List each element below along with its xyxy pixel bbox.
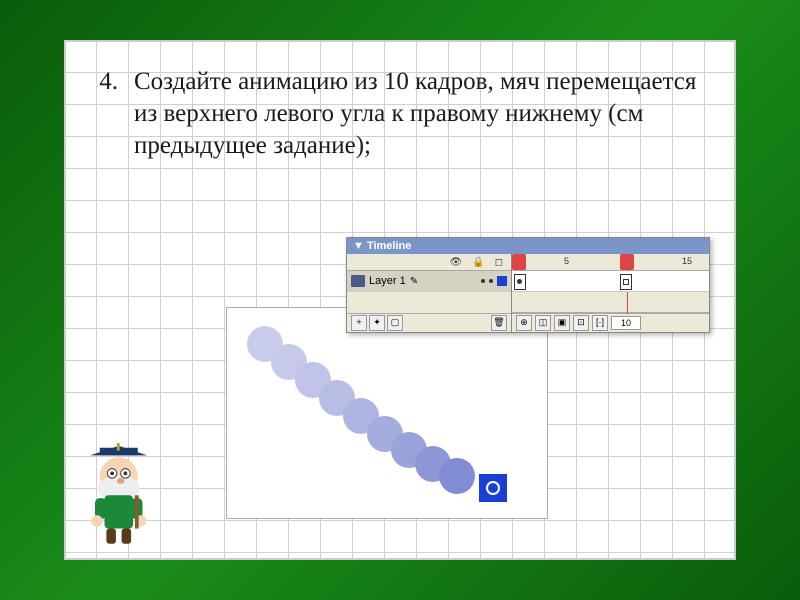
- layers-column: 👁 🔒 ◻ Layer 1 ✎: [347, 254, 512, 332]
- lock-dot[interactable]: [489, 279, 493, 283]
- onion-skin-button[interactable]: ◫: [535, 315, 551, 331]
- ruler-5: 5: [564, 256, 569, 266]
- task-number: 4.: [94, 66, 118, 162]
- lock-icon[interactable]: 🔒: [472, 257, 484, 268]
- animation-preview: [226, 307, 548, 519]
- target-center-icon: [486, 481, 500, 495]
- frames-bottom-bar: ⊕ ◫ ▣ ⊡ [·] 10: [512, 313, 709, 332]
- layer-row[interactable]: Layer 1 ✎: [347, 271, 511, 292]
- add-folder-button[interactable]: ▢: [387, 315, 403, 331]
- layer-icon: [351, 275, 365, 287]
- modify-markers-button[interactable]: [·]: [592, 315, 608, 331]
- current-frame-field[interactable]: 10: [611, 316, 641, 330]
- frames-column: 5 10 15 ⊕ ◫ ▣ ⊡: [512, 254, 709, 332]
- frames-track[interactable]: [512, 271, 709, 292]
- add-layer-button[interactable]: +: [351, 315, 367, 331]
- center-frame-button[interactable]: ⊕: [516, 315, 532, 331]
- timeline-panel: ▼ Timeline 👁 🔒 ◻ Layer 1 ✎: [346, 237, 710, 333]
- professor-character: [76, 443, 171, 548]
- timeline-title[interactable]: ▼ Timeline: [347, 238, 709, 254]
- playhead[interactable]: [620, 254, 634, 270]
- keyframe-end[interactable]: [620, 274, 632, 290]
- vis-dot[interactable]: [481, 279, 485, 283]
- layers-header: 👁 🔒 ◻: [347, 254, 511, 271]
- playhead-start[interactable]: [512, 254, 526, 270]
- layer-buttons: + ✦ ▢ 🗑: [347, 314, 511, 332]
- layer-name: Layer 1: [369, 275, 406, 287]
- slide-background: 4. Создайте анимацию из 10 кадров, мяч п…: [0, 0, 800, 600]
- slide-card: 4. Создайте анимацию из 10 кадров, мяч п…: [64, 40, 736, 560]
- outline-icon[interactable]: ◻: [495, 257, 503, 268]
- color-swatch[interactable]: [497, 276, 507, 286]
- eye-icon[interactable]: 👁: [450, 257, 463, 268]
- add-guide-button[interactable]: ✦: [369, 315, 385, 331]
- pencil-icon: ✎: [410, 276, 418, 287]
- edit-multi-button[interactable]: ⊡: [573, 315, 589, 331]
- timeline-body: 👁 🔒 ◻ Layer 1 ✎: [347, 254, 709, 332]
- ball-target: [479, 474, 507, 502]
- frames-ruler[interactable]: 5 10 15: [512, 254, 709, 271]
- professor-icon: [76, 443, 171, 548]
- task-text: Создайте анимацию из 10 кадров, мяч пере…: [134, 66, 706, 162]
- ball-frame: [439, 458, 475, 494]
- task-item: 4. Создайте анимацию из 10 кадров, мяч п…: [94, 66, 706, 162]
- frames-empty: [512, 292, 709, 313]
- ruler-15: 15: [682, 256, 692, 266]
- keyframe-start[interactable]: [514, 274, 526, 290]
- delete-layer-button[interactable]: 🗑: [491, 315, 507, 331]
- layers-empty: [347, 292, 511, 314]
- onion-outline-button[interactable]: ▣: [554, 315, 570, 331]
